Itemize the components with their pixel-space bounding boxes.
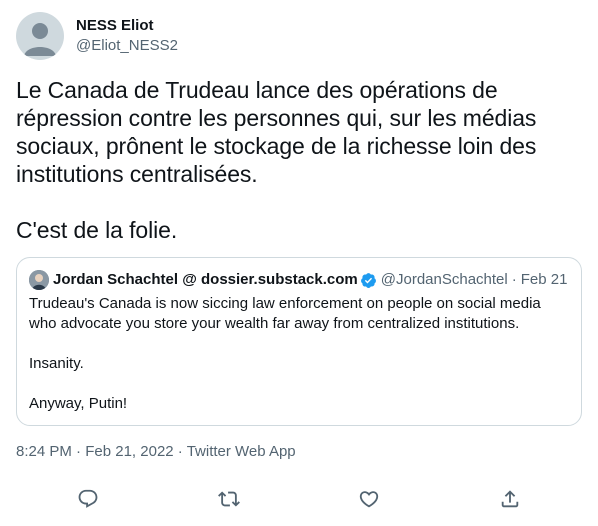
avatar-photo-icon	[29, 270, 49, 290]
author-handle[interactable]: @Eliot_NESS2	[76, 36, 178, 56]
retweet-button[interactable]	[218, 488, 240, 510]
quoted-tweet[interactable]: Jordan Schachtel @ dossier.substack.com …	[16, 257, 582, 426]
meta-separator: ·	[177, 443, 183, 460]
tweet-time[interactable]: 8:24 PM	[16, 443, 72, 460]
tweet-date[interactable]: Feb 21, 2022	[85, 443, 173, 460]
tweet-meta: 8:24 PM · Feb 21, 2022 · Twitter Web App	[16, 442, 296, 462]
reply-icon	[78, 489, 98, 508]
like-button[interactable]	[358, 488, 380, 510]
quoted-tweet-header: Jordan Schachtel @ dossier.substack.com …	[29, 270, 569, 290]
like-icon	[359, 491, 379, 508]
quoted-author-display-name: Jordan Schachtel @ dossier.substack.com	[53, 271, 358, 288]
retweet-icon	[218, 491, 240, 507]
tweet-header: NESS Eliot @Eliot_NESS2	[16, 12, 178, 60]
quoted-author-handle: @JordanSchachtel	[380, 271, 508, 288]
share-icon	[501, 490, 519, 508]
share-button[interactable]	[499, 488, 521, 510]
quoted-tweet-text: Trudeau's Canada is now siccing law enfo…	[29, 295, 541, 412]
reply-button[interactable]	[77, 488, 99, 510]
default-avatar-icon	[24, 23, 56, 56]
tweet-text: Le Canada de Trudeau lance des opération…	[16, 77, 537, 243]
author-avatar[interactable]	[16, 12, 64, 60]
meta-separator: ·	[76, 443, 82, 460]
quoted-tweet-date[interactable]: Feb 21	[521, 270, 568, 290]
author-names: NESS Eliot @Eliot_NESS2	[76, 16, 178, 56]
tweet-actions	[0, 488, 598, 518]
quoted-author-avatar	[29, 270, 49, 290]
tweet-source: Twitter Web App	[186, 443, 296, 460]
verified-badge-icon	[360, 272, 376, 288]
quoted-separator: ·	[511, 271, 517, 288]
author-display-name[interactable]: NESS Eliot	[76, 16, 178, 36]
